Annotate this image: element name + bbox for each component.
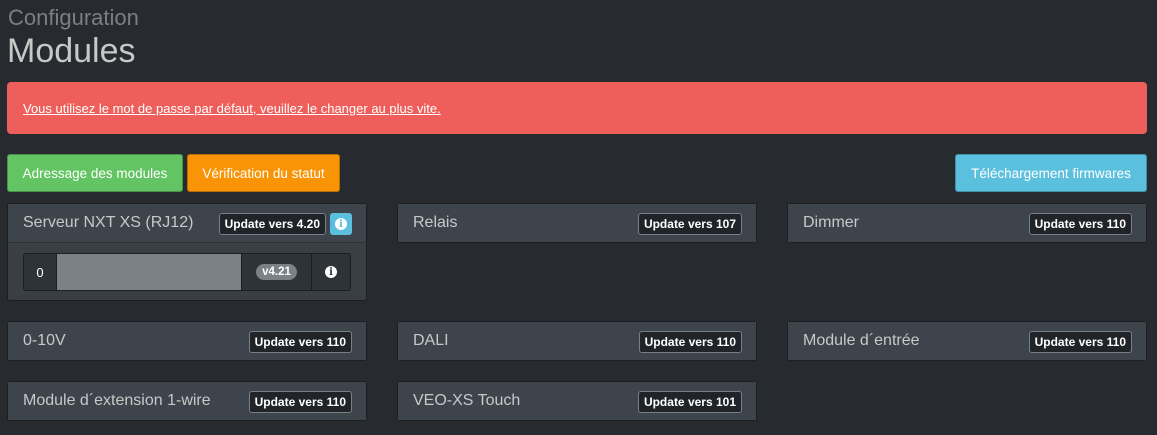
device-index: 0: [24, 254, 57, 290]
device-version-cell: v4.21: [242, 254, 312, 290]
module-title: 0-10V: [23, 332, 66, 349]
module-panel-header: Relais Update vers 107: [398, 204, 756, 242]
addressing-button[interactable]: Adressage des modules: [7, 154, 183, 192]
module-panel-dimmer: Dimmer Update vers 110: [787, 203, 1147, 243]
module-panel-header: Serveur NXT XS (RJ12) Update vers 4.20 i: [8, 204, 366, 242]
password-alert: Vous utilisez le mot de passe par défaut…: [7, 82, 1147, 134]
device-version-badge: v4.21: [256, 264, 297, 280]
page-title: Modules: [7, 32, 136, 70]
info-icon: i: [335, 218, 347, 230]
device-info-button[interactable]: i: [312, 254, 350, 290]
change-password-link[interactable]: Vous utilisez le mot de passe par défaut…: [23, 101, 441, 116]
module-title: Module d´entrée: [803, 332, 920, 349]
module-title: VEO-XS Touch: [413, 392, 521, 409]
module-title: Dimmer: [803, 214, 859, 231]
update-badge[interactable]: Update vers 101: [637, 391, 742, 413]
module-panel-server: Serveur NXT XS (RJ12) Update vers 4.20 i…: [7, 203, 367, 301]
module-panel-body: 0 v4.21 i: [8, 242, 366, 301]
update-badge[interactable]: Update vers 110: [1028, 331, 1132, 353]
update-badge[interactable]: Update vers 4.20: [218, 213, 326, 235]
module-panel-0-10v: 0-10V Update vers 110: [7, 321, 367, 361]
module-title: Module d´extension 1-wire: [23, 392, 211, 409]
status-check-button[interactable]: Vérification du statut: [187, 154, 340, 192]
update-badge[interactable]: Update vers 110: [248, 391, 352, 413]
breadcrumb: Configuration: [8, 5, 139, 30]
update-badge[interactable]: Update vers 107: [637, 213, 742, 235]
module-panel-header: VEO-XS Touch Update vers 101: [398, 382, 756, 420]
module-panel-header: Module d´entrée Update vers 110: [788, 322, 1146, 360]
update-badge[interactable]: Update vers 110: [638, 331, 742, 353]
update-badge[interactable]: Update vers 110: [248, 331, 352, 353]
module-panel-veo-xs-touch: VEO-XS Touch Update vers 101: [397, 381, 757, 421]
module-panel-header: DALI Update vers 110: [398, 322, 756, 360]
update-badge[interactable]: Update vers 110: [1028, 213, 1132, 235]
device-progress-bar: [57, 254, 242, 290]
module-panel-dali: DALI Update vers 110: [397, 321, 757, 361]
module-title: Relais: [413, 214, 458, 231]
module-title: Serveur NXT XS (RJ12): [23, 214, 194, 231]
module-title: DALI: [413, 332, 449, 349]
module-panel-1wire: Module d´extension 1-wire Update vers 11…: [7, 381, 367, 421]
module-panel-header: Dimmer Update vers 110: [788, 204, 1146, 242]
device-row: 0 v4.21 i: [23, 253, 351, 291]
module-panel-header: Module d´extension 1-wire Update vers 11…: [8, 382, 366, 420]
module-info-button[interactable]: i: [330, 213, 352, 235]
module-panel-relais: Relais Update vers 107: [397, 203, 757, 243]
firmware-download-button[interactable]: Téléchargement firmwares: [955, 154, 1147, 192]
info-icon: i: [325, 266, 337, 278]
module-panel-header: 0-10V Update vers 110: [8, 322, 366, 360]
module-panel-input: Module d´entrée Update vers 110: [787, 321, 1147, 361]
